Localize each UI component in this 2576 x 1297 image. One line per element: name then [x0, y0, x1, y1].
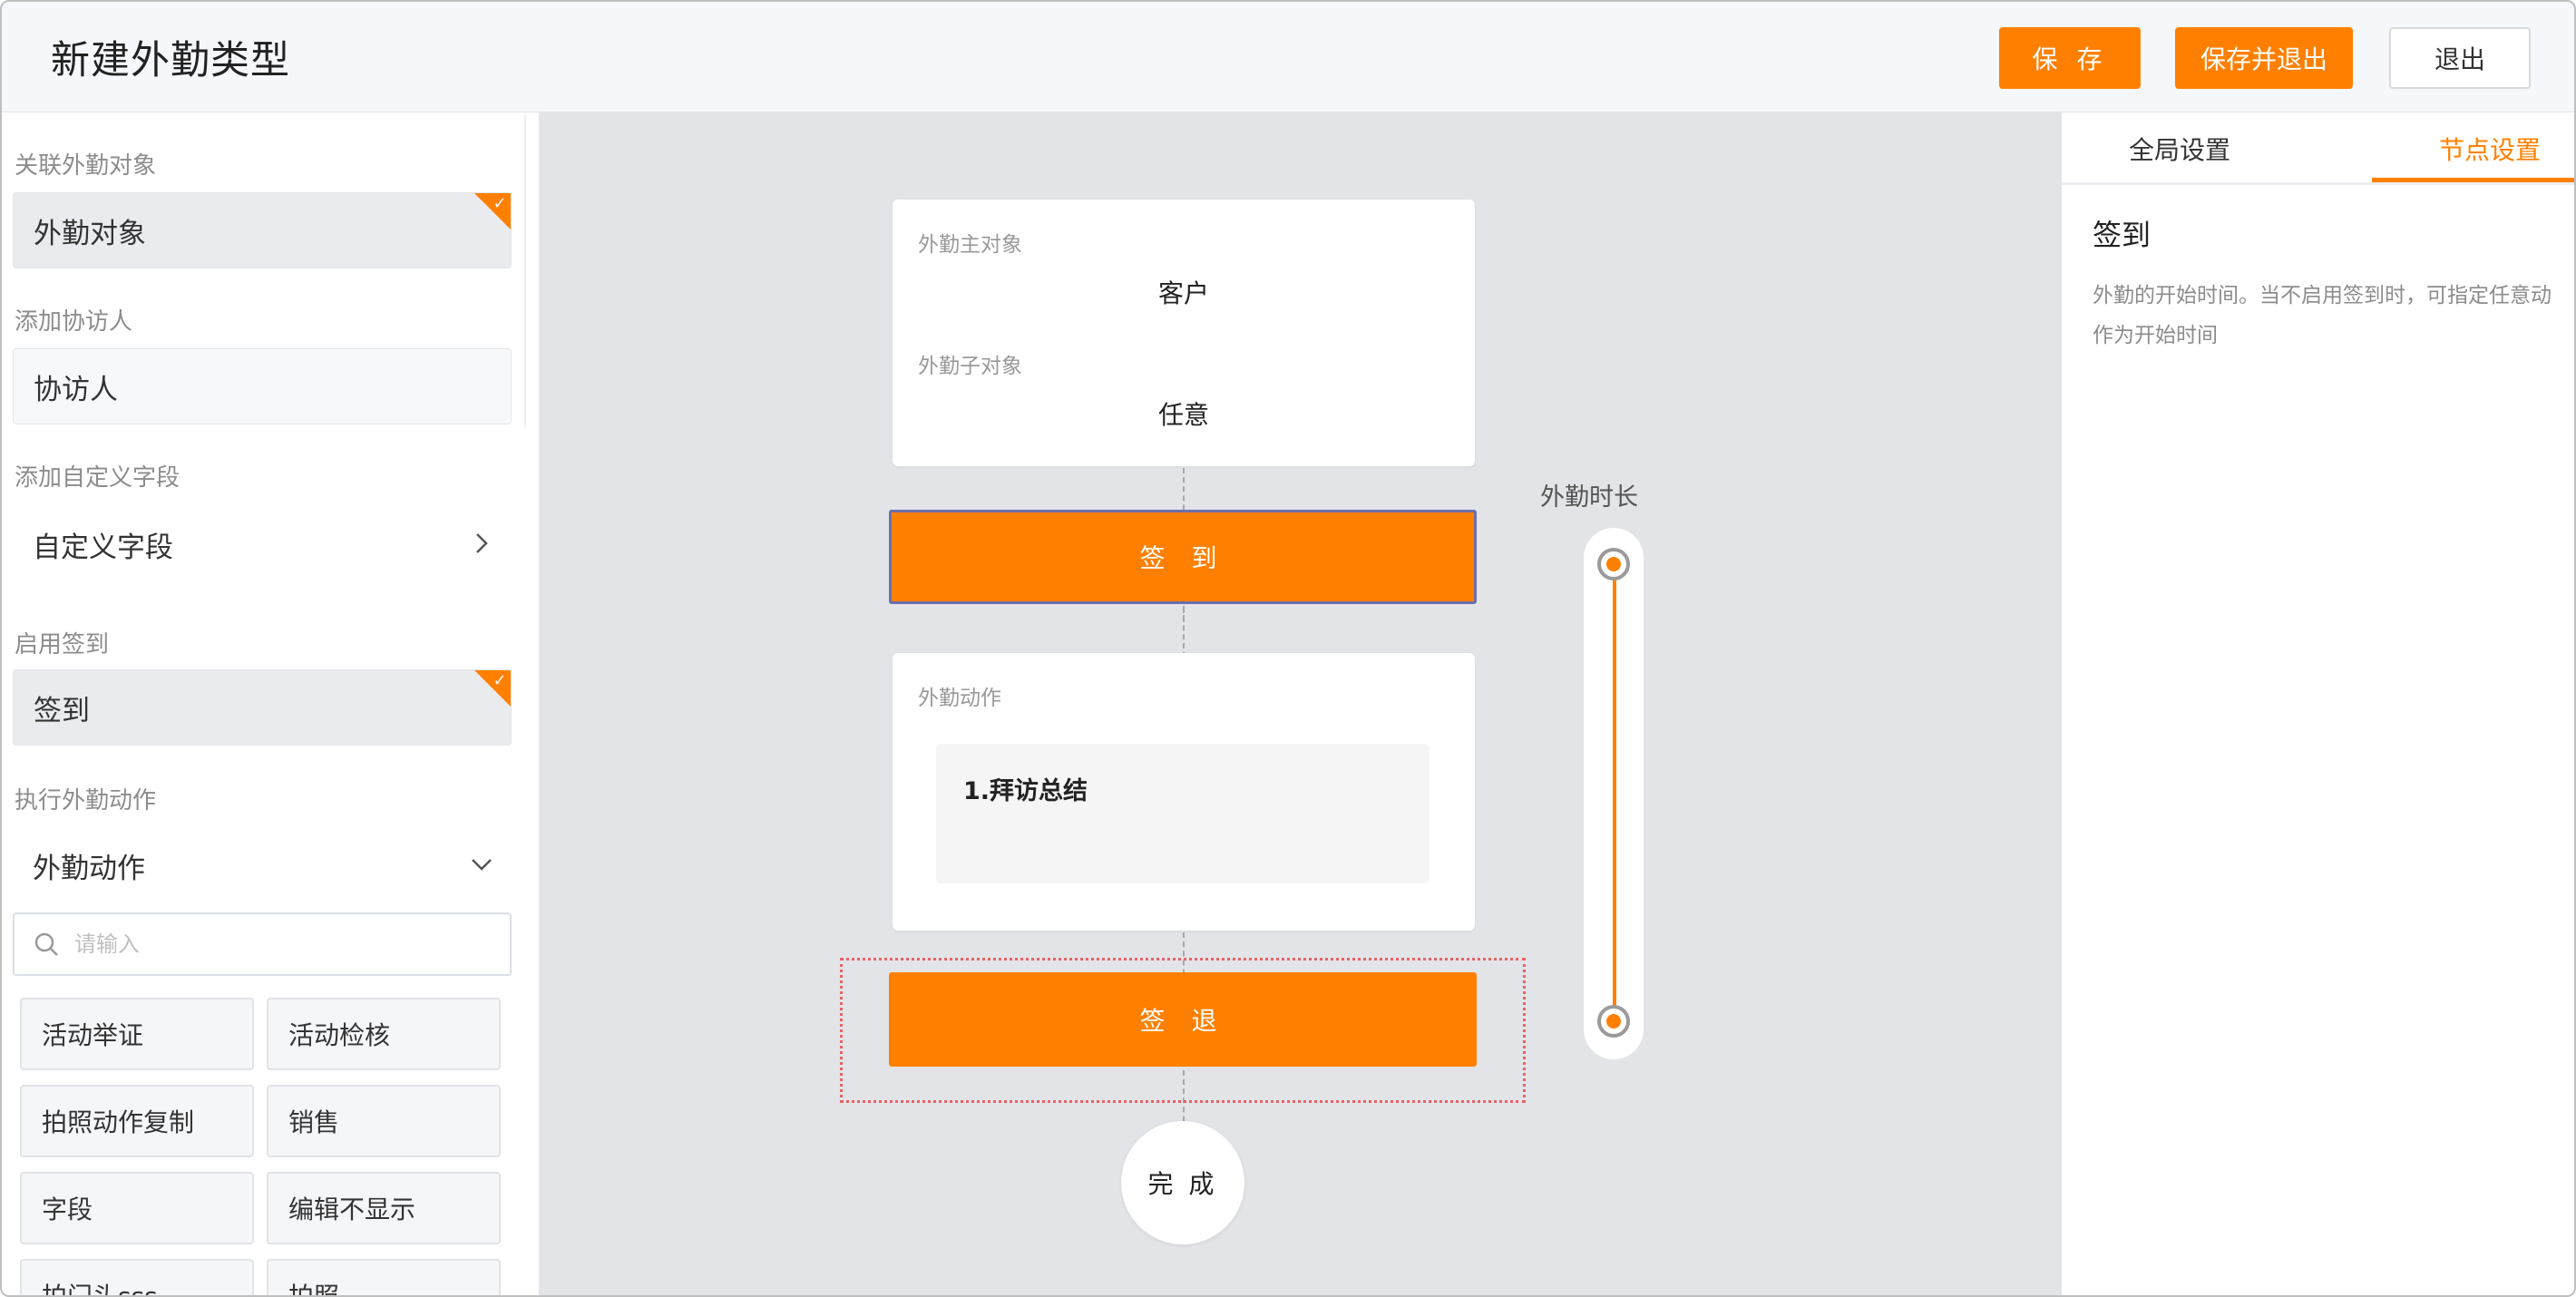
action-chip[interactable]: 拍照: [267, 1259, 501, 1295]
chevron-right-icon: [468, 530, 495, 557]
action-search-box[interactable]: [13, 912, 512, 976]
linked-object-text: 外勤对象: [34, 217, 146, 250]
action-chip[interactable]: 活动检核: [267, 998, 501, 1070]
enable-checkin-label: 启用签到: [15, 631, 110, 658]
checkin-text: 签到: [34, 694, 90, 727]
add-custom-field-label: 添加自定义字段: [15, 464, 181, 492]
action-chip[interactable]: 拍照动作复制: [20, 1085, 254, 1157]
action-chip[interactable]: 字段: [20, 1172, 254, 1244]
custom-field-item[interactable]: 自定义字段: [13, 506, 512, 582]
duration-track: [1584, 528, 1644, 1059]
sub-object-value: 任意: [1157, 400, 1209, 430]
add-companion-label: 添加协访人: [15, 308, 133, 336]
duration-label: 外勤时长: [1540, 483, 1638, 512]
duration-bar: [1613, 564, 1616, 1018]
search-icon: [33, 931, 60, 958]
tab-node-settings[interactable]: 节点设置: [2439, 131, 2541, 167]
main-object-value: 客户: [1157, 278, 1209, 308]
action-card-label: 外勤动作: [918, 687, 1001, 710]
finish-node[interactable]: 完 成: [1121, 1121, 1244, 1244]
node-settings-title: 签到: [2093, 218, 2152, 252]
tab-global-settings[interactable]: 全局设置: [2129, 131, 2230, 167]
action-chip[interactable]: 编辑不显示: [267, 1172, 501, 1244]
action-chip[interactable]: 活动举证: [20, 998, 254, 1070]
header-bar: 新建外勤类型 保 存 保存并退出 退出: [2, 2, 2574, 112]
app-window: 新建外勤类型 保 存 保存并退出 退出 关联外勤对象 外勤对象 ✓ 添加协访人 …: [0, 0, 2576, 1297]
exit-button[interactable]: 退出: [2389, 27, 2531, 89]
chevron-down-icon: [468, 851, 495, 878]
page-title: 新建外勤类型: [51, 38, 290, 83]
linked-object-label: 关联外勤对象: [15, 152, 157, 180]
search-input[interactable]: [74, 925, 492, 963]
checkin-node[interactable]: 签 到: [889, 510, 1477, 604]
action-dropdown[interactable]: 外勤动作: [13, 827, 512, 903]
action-item[interactable]: 1.拜访总结: [936, 744, 1429, 883]
panel-scrollbar[interactable]: [524, 112, 526, 430]
save-and-exit-button[interactable]: 保存并退出: [2175, 27, 2353, 89]
sub-object-label: 外勤子对象: [918, 355, 1022, 378]
checkin-item[interactable]: 签到 ✓: [13, 669, 512, 746]
action-chip[interactable]: 拍门头sss: [20, 1259, 254, 1295]
settings-panel: 全局设置 节点设置 签到 外勤的开始时间。当不启用签到时，可指定任意动作为开始时…: [2061, 112, 2574, 1295]
duration-start-handle[interactable]: [1597, 548, 1630, 580]
checkout-node[interactable]: 签 退: [889, 972, 1477, 1067]
main-object-label: 外勤主对象: [918, 233, 1022, 257]
save-button[interactable]: 保 存: [1999, 27, 2141, 89]
flow-canvas: 外勤主对象 客户 外勤子对象 任意 签 到 外勤动作 1.拜访总结 签 退 完 …: [539, 112, 2061, 1295]
companion-item[interactable]: 协访人: [13, 348, 512, 424]
execute-action-label: 执行外勤动作: [15, 787, 157, 814]
duration-end-handle[interactable]: [1597, 1005, 1630, 1038]
selected-check-icon: ✓: [474, 193, 511, 229]
companion-text: 协访人: [34, 373, 118, 406]
object-card[interactable]: 外勤主对象 客户 外勤子对象 任意: [893, 200, 1475, 466]
active-tab-indicator: [2372, 178, 2574, 182]
custom-field-text: 自定义字段: [33, 531, 173, 564]
settings-tabs: 全局设置 节点设置: [2062, 112, 2574, 185]
action-dropdown-text: 外勤动作: [33, 852, 145, 885]
action-chip[interactable]: 销售: [267, 1085, 501, 1157]
node-settings-description: 外勤的开始时间。当不启用签到时，可指定任意动作为开始时间: [2093, 284, 2552, 347]
linked-object-item[interactable]: 外勤对象 ✓: [13, 192, 512, 268]
selected-check-icon: ✓: [474, 670, 511, 707]
action-card[interactable]: 外勤动作 1.拜访总结: [893, 653, 1475, 931]
component-panel: 关联外勤对象 外勤对象 ✓ 添加协访人 协访人 添加自定义字段 自定义字段 启用…: [2, 112, 526, 1295]
